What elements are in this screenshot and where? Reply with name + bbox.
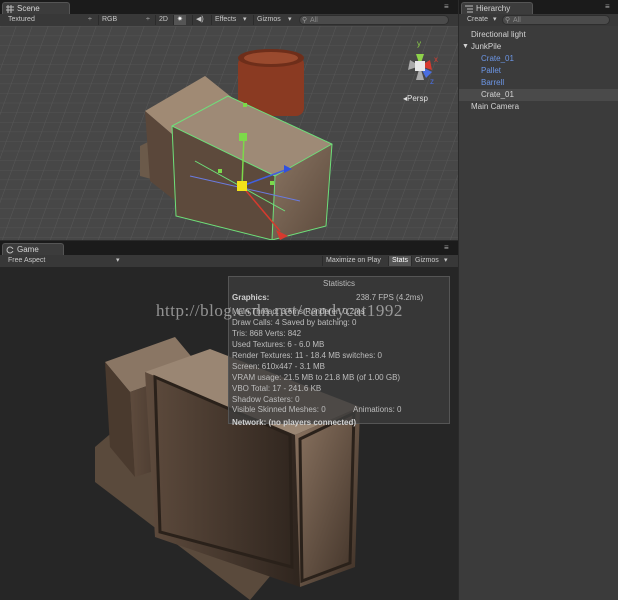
network-stat: Network: (no players connected)	[232, 418, 357, 427]
stats-toggle[interactable]: Stats	[388, 256, 411, 266]
render-mode-dropdown[interactable]: Textured	[8, 15, 35, 25]
tab-scene[interactable]: Scene	[2, 2, 70, 14]
game-gizmos-arrow-icon: ▾	[444, 257, 448, 264]
hierarchy-item-label: JunkPile	[471, 42, 502, 51]
game-controller-icon	[6, 246, 14, 254]
skinned-meshes-stat: Visible Skinned Meshes: 0	[232, 405, 326, 414]
tab-game[interactable]: Game	[2, 243, 64, 255]
used-textures-stat: Used Textures: 6 - 6.0 MB	[232, 340, 325, 349]
scene-lighting-toggle[interactable]: ✷	[173, 15, 186, 25]
hierarchy-item-pallet[interactable]: Pallet	[459, 65, 618, 77]
render-mode-arrow-icon: ÷	[88, 16, 92, 23]
scene-grid-icon	[6, 5, 14, 13]
axis-z-label: z	[430, 77, 434, 86]
create-dropdown[interactable]: Create	[467, 15, 488, 25]
render-textures-stat: Render Textures: 11 - 18.4 MB switches: …	[232, 351, 382, 360]
tab-scene-label: Scene	[17, 4, 40, 13]
hierarchy-item-label: Main Camera	[471, 102, 520, 111]
aspect-arrow-icon: ▾	[116, 257, 120, 264]
hierarchy-item-label: Crate_01	[481, 54, 514, 63]
hierarchy-item-barrell[interactable]: Barrell	[459, 77, 618, 89]
scene-panel-menu-icon[interactable]: ≡	[444, 3, 449, 11]
scene-viewport[interactable]: y x z ◂Persp	[0, 26, 458, 240]
persp-label[interactable]: ◂Persp	[403, 94, 428, 103]
tab-hierarchy[interactable]: Hierarchy	[461, 2, 533, 14]
tab-hierarchy-label: Hierarchy	[476, 4, 511, 13]
2d-toggle-button[interactable]: 2D	[155, 15, 171, 25]
hierarchy-item-label: Barrell	[481, 78, 505, 87]
maximize-on-play-toggle[interactable]: Maximize on Play	[322, 256, 384, 266]
hierarchy-search-input[interactable]: ⚲ All	[502, 15, 610, 25]
aspect-dropdown[interactable]: Free Aspect	[8, 256, 45, 266]
tris-stat: Tris: 868 Verts: 842	[232, 329, 302, 338]
hierarchy-item-label: Directional light	[471, 30, 526, 39]
hierarchy-search-placeholder: All	[513, 17, 521, 24]
game-gizmos-dropdown[interactable]: Gizmos	[411, 256, 442, 266]
expand-arrow-icon[interactable]: ▼	[462, 41, 469, 53]
tab-game-label: Game	[17, 245, 39, 254]
hierarchy-item-crate-01-selected[interactable]: Crate_01	[459, 89, 618, 101]
hierarchy-item-main-camera[interactable]: Main Camera	[459, 101, 618, 113]
screen-stat: Screen: 610x447 - 3.1 MB	[232, 362, 325, 371]
effects-arrow-icon: ▾	[243, 16, 247, 23]
color-mode-arrow-icon: ÷	[146, 16, 150, 23]
statistics-panel: Statistics Graphics: 238.7 FPS (4.2ms) M…	[228, 276, 450, 427]
animations-stat: Animations: 0	[353, 405, 402, 414]
hierarchy-item-crate-01[interactable]: Crate_01	[459, 53, 618, 65]
hierarchy-item-directional-light[interactable]: Directional light	[459, 29, 618, 41]
persp-text: Persp	[407, 94, 428, 103]
scene-render: y x z	[0, 26, 458, 240]
gizmos-dropdown[interactable]: Gizmos	[253, 15, 284, 25]
hierarchy-panel: Directional light ▼ JunkPile Crate_01 Pa…	[459, 26, 618, 600]
effects-dropdown[interactable]: Effects	[211, 15, 239, 25]
speaker-icon: ◀)	[196, 16, 204, 23]
game-tabbar: Game ≡	[0, 241, 458, 255]
hierarchy-list-icon	[465, 5, 473, 13]
scene-search-placeholder: All	[310, 17, 318, 24]
hierarchy-search-icon: ⚲	[505, 17, 511, 24]
axis-x-label: x	[434, 55, 438, 64]
watermark-text: http://blog.csdn.net/candycat1992	[156, 301, 403, 320]
vram-stat: VRAM usage: 21.5 MB to 21.8 MB (of 1.00 …	[232, 373, 401, 382]
axis-y-label: y	[417, 39, 421, 48]
hierarchy-panel-menu-icon[interactable]: ≡	[605, 3, 610, 11]
scene-tabbar: Scene ≡	[0, 0, 458, 14]
scene-audio-toggle[interactable]: ◀)	[192, 15, 207, 25]
vbo-stat: VBO Total: 17 - 241.6 KB	[232, 384, 322, 393]
hierarchy-item-label: Pallet	[481, 66, 502, 75]
hierarchy-item-junkpile[interactable]: ▼ JunkPile	[459, 41, 618, 53]
gizmos-arrow-icon: ▾	[288, 16, 292, 23]
hierarchy-tabbar: Hierarchy ≡	[459, 0, 618, 14]
game-panel-menu-icon[interactable]: ≡	[444, 244, 449, 252]
shadow-casters-stat: Shadow Casters: 0	[232, 395, 300, 404]
scene-search-input[interactable]: ⚲ All	[299, 15, 449, 25]
sun-icon: ✷	[177, 16, 183, 23]
statistics-title: Statistics	[322, 279, 355, 288]
search-icon: ⚲	[302, 17, 308, 24]
hierarchy-item-label: Crate_01	[481, 90, 514, 99]
create-arrow-icon: ▾	[493, 16, 497, 23]
